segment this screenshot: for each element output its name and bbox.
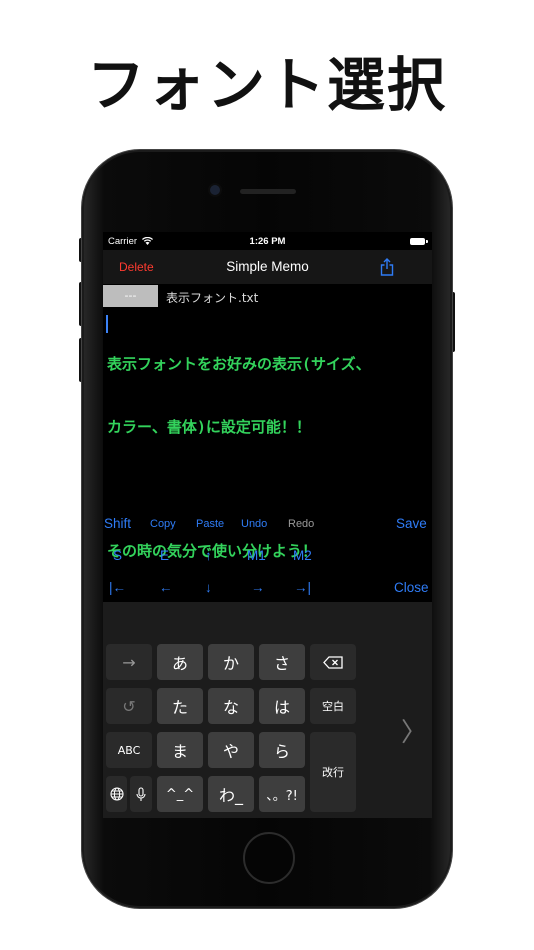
- file-menu-button[interactable]: ---: [103, 285, 158, 307]
- cursor-up-button[interactable]: ↑: [205, 548, 212, 563]
- memory2-button[interactable]: M2: [293, 548, 312, 563]
- file-name: 表示フォント.txt: [166, 291, 259, 305]
- key-sa[interactable]: さ: [259, 644, 305, 680]
- key-ra[interactable]: ら: [259, 732, 305, 768]
- save-button[interactable]: Save: [396, 516, 427, 531]
- japanese-keyboard: → あ か さ ↺ た な は 空白 ABC ま や ら 改行 ^_^ わ_ 、…: [103, 602, 432, 818]
- undo-button[interactable]: Undo: [241, 518, 267, 530]
- cursor-right-button[interactable]: →: [251, 580, 265, 595]
- key-wa[interactable]: わ_: [208, 776, 254, 812]
- earpiece-speaker: [240, 189, 296, 194]
- key-backspace[interactable]: [310, 644, 356, 680]
- front-camera: [210, 185, 220, 195]
- chevron-right-icon[interactable]: 〉: [401, 712, 427, 749]
- home-button[interactable]: [243, 832, 295, 884]
- globe-icon: [109, 787, 124, 801]
- headline: フォント選択: [86, 51, 447, 119]
- navigation-bar: Delete Simple Memo: [103, 250, 432, 284]
- copy-button[interactable]: Copy: [150, 518, 176, 530]
- key-space[interactable]: 空白: [310, 688, 356, 724]
- key-punctuation[interactable]: 、。?!: [259, 776, 305, 812]
- redo-button[interactable]: Redo: [288, 518, 314, 530]
- select-start-button[interactable]: S: [113, 548, 122, 563]
- key-mic[interactable]: [130, 776, 152, 812]
- backspace-icon: [323, 655, 343, 669]
- key-abc[interactable]: ABC: [106, 732, 152, 768]
- key-kaomoji[interactable]: ^_^: [157, 776, 203, 812]
- memory1-button[interactable]: M1: [247, 548, 266, 563]
- share-icon[interactable]: [380, 258, 394, 276]
- cursor-down-button[interactable]: ↓: [205, 580, 212, 595]
- key-ka[interactable]: か: [208, 644, 254, 680]
- key-ha[interactable]: は: [259, 688, 305, 724]
- line-start-button[interactable]: |←: [109, 580, 126, 595]
- key-ma[interactable]: ま: [157, 732, 203, 768]
- editor-line: カラー、書体)に設定可能！！: [107, 418, 311, 436]
- key-a[interactable]: あ: [157, 644, 203, 680]
- cursor-left-button[interactable]: ←: [159, 580, 173, 595]
- key-undo[interactable]: ↺: [106, 688, 152, 724]
- battery-icon: [410, 238, 428, 245]
- microphone-icon: [136, 786, 146, 801]
- key-na[interactable]: な: [208, 688, 254, 724]
- file-bar: --- 表示フォント.txt: [103, 285, 432, 307]
- key-globe[interactable]: [106, 776, 127, 812]
- editor-line: 表示フォントをお好みの表示(サイズ、: [107, 355, 371, 373]
- line-end-button[interactable]: →|: [294, 580, 311, 595]
- phone-screen: Carrier 1:26 PM Delete Simple Memo --- 表…: [103, 232, 432, 818]
- edit-toolbar: Shift Copy Paste Undo Redo Save S E ↑ M1…: [103, 512, 432, 602]
- status-bar: Carrier 1:26 PM: [103, 232, 432, 250]
- key-arrow-right[interactable]: →: [106, 644, 152, 680]
- editor-blank-line: [107, 480, 427, 499]
- key-ya[interactable]: や: [208, 732, 254, 768]
- select-end-button[interactable]: E: [160, 548, 169, 563]
- paste-button[interactable]: Paste: [196, 518, 224, 530]
- key-ta[interactable]: た: [157, 688, 203, 724]
- status-time: 1:26 PM: [249, 236, 286, 247]
- shift-button[interactable]: Shift: [104, 516, 131, 531]
- close-button[interactable]: Close: [394, 580, 429, 595]
- key-enter[interactable]: 改行: [310, 732, 356, 812]
